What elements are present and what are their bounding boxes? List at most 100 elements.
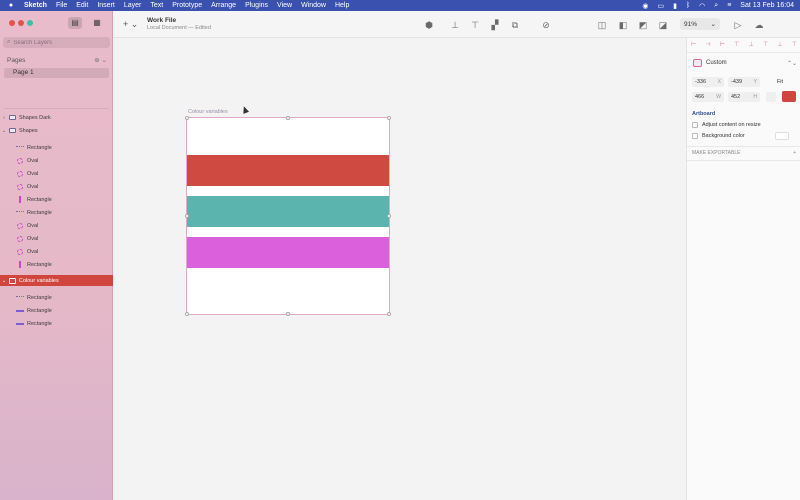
distribute-horizontal-icon[interactable]: ⊥ [777,41,782,48]
bluetooth-icon[interactable]: ᛒ [686,2,690,9]
battery-icon[interactable]: ▮ [673,2,677,10]
resize-handle[interactable] [387,312,391,316]
artboard-label[interactable]: Colour variables [188,109,228,115]
search-icon[interactable]: ⌕ [714,2,718,10]
layers-view-toggle[interactable]: ▤ [68,17,82,29]
apple-icon[interactable]: ● [6,2,16,9]
wifi-icon[interactable]: ◠ [699,2,705,10]
control-center-icon[interactable]: ≡ [727,2,731,9]
display-icon[interactable]: ▭ [657,2,664,10]
resize-handle[interactable] [387,116,391,120]
layer-search[interactable]: ⌕ [3,37,110,48]
checkbox[interactable] [692,122,698,128]
layer-row[interactable]: Rectangle [0,259,113,270]
fit-button[interactable]: Fit [764,77,796,87]
layer-row[interactable]: Rectangle [0,207,113,218]
zoom-control[interactable]: 91% ⌄ [680,18,720,30]
difference-icon[interactable]: ◪ [658,20,668,30]
background-color-checkbox[interactable]: Background color [692,133,745,139]
background-color-swatch[interactable] [775,132,789,140]
components-view-toggle[interactable]: ▦ [90,17,104,29]
align-icon[interactable]: ⊥ [450,20,460,30]
scissors-icon[interactable]: ⊘ [541,20,551,30]
align-right-icon[interactable]: ⊢ [720,41,725,48]
artboard-preset-select[interactable]: Custom ⌃⌄ [693,57,797,69]
layer-row[interactable]: Oval [0,220,113,231]
align-middle-icon[interactable]: ⊥ [749,41,754,48]
teal-rectangle[interactable] [187,196,389,227]
adjust-content-checkbox[interactable]: Adjust content on resize [692,122,761,128]
layer-row[interactable]: › Shapes Dark [0,112,113,123]
portrait-button[interactable] [766,92,776,102]
layer-row[interactable]: Rectangle [0,305,113,316]
mask-icon[interactable]: ⧉ [510,20,520,30]
x-field[interactable]: -336 X [692,77,724,87]
layer-row[interactable]: Oval [0,181,113,192]
menu-view[interactable]: View [277,2,292,9]
distribute-vertical-icon[interactable]: ⊤ [792,41,797,48]
layer-row[interactable]: ⌄ Shapes [0,125,113,136]
layer-row[interactable]: Oval [0,155,113,166]
chevron-right-icon[interactable]: › [0,115,8,121]
record-icon[interactable]: ◉ [642,2,648,10]
layer-row[interactable]: Oval [0,246,113,257]
minimize-window-button[interactable] [18,20,24,26]
menu-sketch[interactable]: Sketch [24,2,47,9]
checkbox[interactable] [692,133,698,139]
resize-handle[interactable] [286,312,290,316]
union-icon[interactable]: ◫ [597,20,607,30]
layer-row[interactable]: Oval [0,233,113,244]
menu-window[interactable]: Window [301,2,326,9]
menu-insert[interactable]: Insert [97,2,115,9]
intersect-icon[interactable]: ◩ [638,20,648,30]
add-page-icon[interactable]: ⊕ ⌄ [94,56,107,64]
menu-text[interactable]: Text [150,2,163,9]
resize-handle[interactable] [286,116,290,120]
layer-row[interactable]: Rectangle [0,292,113,303]
symbol-icon[interactable]: ⬢ [424,20,434,30]
landscape-button[interactable] [782,91,796,102]
chevron-down-icon[interactable]: ⌄ [0,128,8,134]
add-export-icon[interactable]: + [793,150,796,156]
align-center-icon[interactable]: ⊣ [705,41,710,48]
insert-button[interactable]: + ⌄ [123,19,138,30]
page-item[interactable]: Page 1 [4,68,109,78]
layer-row[interactable]: Rectangle [0,194,113,205]
artboard[interactable] [186,117,390,315]
menu-arrange[interactable]: Arrange [211,2,236,9]
menu-help[interactable]: Help [335,2,349,9]
distribute-icon[interactable]: ⊤ [470,20,480,30]
layer-row[interactable]: Rectangle [0,318,113,329]
subtract-icon[interactable]: ◧ [618,20,628,30]
layer-row[interactable]: Rectangle [0,142,113,153]
resize-handle[interactable] [185,116,189,120]
align-top-icon[interactable]: ⊤ [734,41,739,48]
resize-handle[interactable] [185,312,189,316]
menu-layer[interactable]: Layer [124,2,142,9]
magenta-rectangle[interactable] [187,237,389,268]
zoom-window-button[interactable] [27,20,33,26]
menu-file[interactable]: File [56,2,67,9]
tidy-icon[interactable]: ▞ [490,20,500,30]
menu-edit[interactable]: Edit [76,2,88,9]
y-field[interactable]: -439 Y [728,77,760,87]
chevron-down-icon[interactable]: ⌄ [0,278,8,284]
play-icon[interactable]: ▷ [733,20,743,30]
height-field[interactable]: 452 H [728,92,760,102]
clock[interactable]: Sat 13 Feb 16:04 [740,2,794,9]
align-left-icon[interactable]: ⊢ [691,41,696,48]
inspector-divider [687,52,800,53]
resize-handle[interactable] [185,214,189,218]
align-bottom-icon[interactable]: ⊤ [763,41,768,48]
close-window-button[interactable] [9,20,15,26]
layer-search-input[interactable] [13,39,104,46]
layer-row[interactable]: ⌄ Colour variables [0,275,113,286]
cloud-icon[interactable]: ☁ [754,20,764,30]
resize-handle[interactable] [387,214,391,218]
menu-prototype[interactable]: Prototype [172,2,202,9]
make-exportable-row[interactable]: MAKE EXPORTABLE + [692,150,796,156]
menu-plugins[interactable]: Plugins [245,2,268,9]
layer-row[interactable]: Oval [0,168,113,179]
width-field[interactable]: 466 W [692,92,724,102]
red-rectangle[interactable] [187,155,389,186]
